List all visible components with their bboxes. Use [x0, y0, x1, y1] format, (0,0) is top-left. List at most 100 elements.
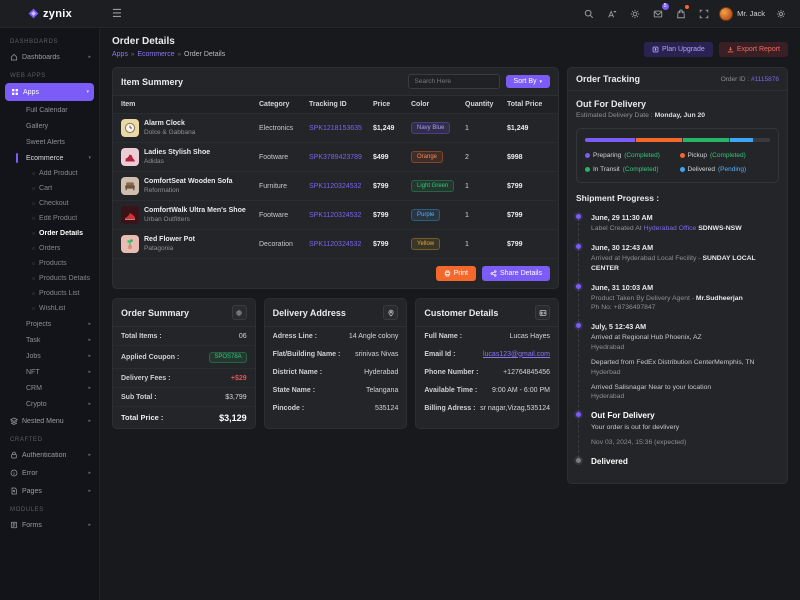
sidebar-item-crypto[interactable]: Crypto▸ — [0, 396, 99, 412]
sidebar-item-label: Order Details — [39, 230, 83, 237]
share-details-button[interactable]: Share Details — [482, 266, 550, 281]
sidebar-item-ecommerce[interactable]: Ecommerce▾ — [0, 150, 99, 166]
gear-icon[interactable] — [232, 305, 247, 320]
sidebar-item-label: Products Details — [39, 275, 90, 282]
email-link[interactable]: lucas123@gmail.com — [483, 351, 550, 358]
tracking-id-link[interactable]: SPK1120324532 — [309, 183, 373, 190]
item-price: $499 — [373, 154, 411, 161]
shipment-timeline: June, 29 11:30 AMLabel Created At Hydera… — [576, 213, 779, 466]
theme-sun-icon[interactable] — [626, 5, 644, 23]
sidebar-item-task[interactable]: Task▸ — [0, 332, 99, 348]
brand-name: zynix — [43, 8, 72, 20]
sidebar-item-products-list[interactable]: Products List — [0, 286, 99, 301]
info-icon — [10, 469, 18, 477]
sidebar-item-add-product[interactable]: Add Product — [0, 166, 99, 181]
menu-toggle-icon[interactable]: ☰ — [112, 7, 122, 20]
brand-logo[interactable]: zynix — [0, 8, 100, 20]
sidebar-item-products-details[interactable]: Products Details — [0, 271, 99, 286]
legend-item-preparing: Preparing (Completed) — [585, 152, 676, 159]
shopping-bag-icon[interactable] — [672, 5, 690, 23]
tracking-id-link[interactable]: SPK3789423789 — [309, 154, 373, 161]
info-row-pincode: Pincode :535124 — [265, 399, 407, 417]
timeline-text: SDNWS-NSW — [696, 225, 741, 232]
sidebar-item-sweet-alerts[interactable]: Sweet Alerts — [0, 134, 99, 150]
translate-icon[interactable] — [603, 5, 621, 23]
sidebar-item-projects[interactable]: Projects▸ — [0, 316, 99, 332]
settings-gear-icon[interactable] — [772, 5, 790, 23]
item-category: Furniture — [259, 183, 309, 190]
tracking-id-link[interactable]: SPK1120324532 — [309, 241, 373, 248]
sidebar-item-jobs[interactable]: Jobs▸ — [0, 348, 99, 364]
sidebar-item-wishlist[interactable]: WishList — [0, 301, 99, 316]
avatar — [719, 7, 733, 21]
timeline-link[interactable]: Hyderabad Office — [644, 225, 697, 232]
item-name: Alarm Clock — [144, 120, 195, 129]
user-menu[interactable]: Mr. Jack — [719, 7, 765, 21]
sort-by-button[interactable]: Sort By ▾ — [506, 75, 550, 88]
item-price: $799 — [373, 241, 411, 248]
info-value: 9:00 AM - 6:00 PM — [492, 387, 550, 394]
breadcrumb-item-order-details: Order Details — [184, 51, 225, 58]
search-input[interactable] — [408, 74, 500, 89]
sidebar-item-dashboards[interactable]: Dashboards▸ — [0, 48, 99, 66]
topbar-actions: 5 Mr. Jack — [577, 5, 800, 23]
mail-icon[interactable]: 5 — [649, 5, 667, 23]
sidebar-item-label: Ecommerce — [26, 155, 88, 162]
id-card-icon[interactable] — [535, 305, 550, 320]
lock-icon — [10, 451, 18, 459]
sidebar-item-edit-product[interactable]: Edit Product — [0, 211, 99, 226]
location-pin-icon[interactable] — [383, 305, 398, 320]
tracking-id-link[interactable]: SPK1120324532 — [309, 212, 373, 219]
sidebar-item-authentication[interactable]: Authentication▸ — [0, 446, 99, 464]
legend-status: (Completed) — [710, 152, 746, 159]
timeline-title: July, 5 12:43 AM — [591, 322, 779, 331]
sidebar-item-label: Apps — [23, 89, 82, 96]
sidebar-item-label: Add Product — [39, 170, 78, 177]
chevron-right-icon: ▸ — [88, 418, 91, 424]
export-report-button[interactable]: Export Report — [719, 42, 788, 57]
sidebar-item-gallery[interactable]: Gallery — [0, 118, 99, 134]
breadcrumb-item-apps[interactable]: Apps — [112, 51, 128, 58]
table-row-alarm-clock: Alarm ClockDolce & GabbanaElectronicsSPK… — [113, 114, 558, 143]
page-title: Order Details — [112, 36, 225, 47]
tracking-id-link[interactable]: SPK1218153635 — [309, 125, 373, 132]
item-category: Decoration — [259, 241, 309, 248]
legend-label: Pickup — [688, 152, 708, 159]
fullscreen-icon[interactable] — [695, 5, 713, 23]
info-value: SPOS78A — [209, 352, 246, 363]
sidebar-item-checkout[interactable]: Checkout — [0, 196, 99, 211]
sidebar-item-error[interactable]: Error▸ — [0, 464, 99, 482]
info-row-applied-coupon: Applied Coupon :SPOS78A — [113, 346, 255, 369]
color-badge: Purple — [411, 209, 440, 221]
tracking-progress-box: Preparing (Completed)Pickup (Completed)I… — [576, 128, 779, 183]
sidebar-item-apps[interactable]: Apps▾ — [5, 83, 94, 101]
info-row-sub-total: Sub Total :$3,799 — [113, 388, 255, 407]
sidebar-item-orders[interactable]: Orders — [0, 241, 99, 256]
sidebar-item-crm[interactable]: CRM▸ — [0, 380, 99, 396]
print-button[interactable]: Print — [436, 266, 476, 281]
search-icon[interactable] — [580, 5, 598, 23]
item-quantity: 1 — [465, 241, 507, 248]
share-icon — [490, 270, 497, 277]
timeline-entry-june-29-11-30-am: June, 29 11:30 AMLabel Created At Hydera… — [591, 213, 779, 234]
item-text: Ladies Stylish ShoeAdidas — [144, 149, 210, 166]
info-row-delivery-fees: Delivery Fees :+$29 — [113, 369, 255, 388]
sidebar-item-forms[interactable]: Forms▸ — [0, 516, 99, 534]
customer-details-rows: Full Name :Lucas HayesEmail Id :lucas123… — [416, 327, 558, 417]
sidebar-item-nested-menu[interactable]: Nested Menu▸ — [0, 412, 99, 430]
sidebar-item-label: Pages — [22, 488, 84, 495]
sidebar-item-label: WishList — [39, 305, 65, 312]
breadcrumb-item-ecommerce[interactable]: Ecommerce — [137, 51, 174, 58]
home-icon — [10, 53, 18, 61]
timeline-dot — [576, 412, 581, 417]
sidebar-item-order-details[interactable]: Order Details — [0, 226, 99, 241]
sidebar-item-products[interactable]: Products — [0, 256, 99, 271]
plan-upgrade-button[interactable]: Plan Upgrade — [644, 42, 713, 57]
sidebar-item-cart[interactable]: Cart — [0, 181, 99, 196]
sidebar-item-pages[interactable]: Pages▸ — [0, 482, 99, 500]
order-id: Order ID : #1115876 — [721, 76, 779, 83]
sidebar-item-full-calendar[interactable]: Full Calendar — [0, 102, 99, 118]
sidebar-item-nft[interactable]: NFT▸ — [0, 364, 99, 380]
item-total-price: $799 — [507, 183, 550, 190]
main-content: Order Details Apps»Ecommerce»Order Detai… — [100, 28, 800, 600]
